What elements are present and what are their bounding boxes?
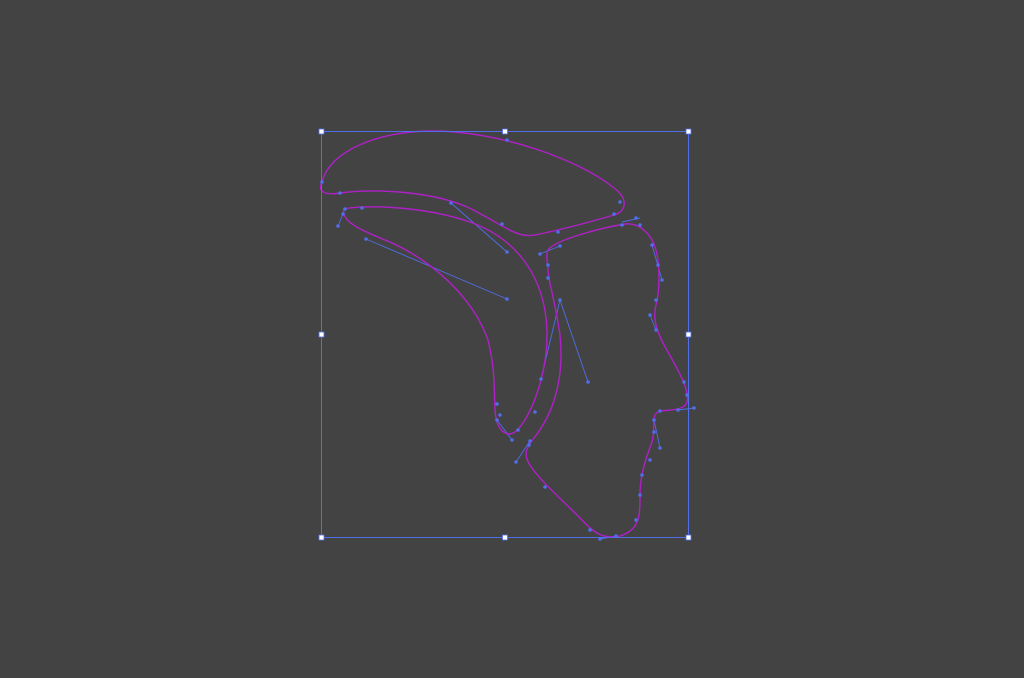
anchor-point-dot[interactable] — [654, 328, 658, 332]
anchor-point-dot[interactable] — [634, 216, 638, 220]
anchor-point-dot[interactable] — [558, 298, 562, 302]
anchor-point-dot[interactable] — [360, 206, 364, 210]
anchor-point-dot[interactable] — [343, 207, 347, 211]
transform-handle-bottom-center[interactable] — [502, 534, 508, 541]
anchor-point-dot[interactable] — [612, 212, 616, 216]
inner-horn-path[interactable] — [343, 206, 548, 435]
anchor-point-dot[interactable] — [495, 402, 499, 406]
anchor-point-dot[interactable] — [640, 473, 644, 477]
anchor-point-dot[interactable] — [538, 252, 542, 256]
anchor-point-dot[interactable] — [654, 298, 658, 302]
anchor-point-dot[interactable] — [676, 408, 680, 412]
artwork-paths[interactable] — [319, 130, 689, 538]
anchor-point-dot[interactable] — [505, 297, 509, 301]
bezier-handle-line[interactable] — [559, 299, 589, 383]
anchor-point-dot[interactable] — [620, 223, 624, 227]
transform-handle-bottom-right[interactable] — [685, 534, 692, 541]
anchor-point-dot[interactable] — [338, 191, 342, 195]
anchor-point-dot[interactable] — [505, 138, 509, 142]
anchor-points[interactable] — [320, 138, 696, 541]
anchor-point-dot[interactable] — [546, 276, 550, 280]
anchor-point-dot[interactable] — [658, 446, 662, 450]
anchor-point-dot[interactable] — [692, 406, 696, 410]
vector-drawing[interactable] — [0, 0, 1024, 678]
anchor-point-dot[interactable] — [588, 528, 592, 532]
anchor-point-dot[interactable] — [516, 428, 520, 432]
anchor-point-dot[interactable] — [652, 418, 656, 422]
anchor-point-dot[interactable] — [650, 243, 654, 247]
anchor-point-dot[interactable] — [498, 413, 502, 417]
anchor-point-dot[interactable] — [539, 377, 543, 381]
anchor-point-dot[interactable] — [495, 418, 499, 422]
anchor-point-dot[interactable] — [510, 438, 514, 442]
transform-handle-bottom-left[interactable] — [318, 534, 325, 541]
anchor-point-dot[interactable] — [658, 409, 662, 413]
anchor-point-dot[interactable] — [500, 222, 504, 226]
anchor-point-dot[interactable] — [364, 237, 368, 241]
anchor-point-dot[interactable] — [656, 263, 660, 267]
anchor-point-dot[interactable] — [652, 430, 656, 434]
anchor-point-dot[interactable] — [543, 485, 547, 489]
transform-handle-top-center[interactable] — [502, 128, 508, 135]
anchor-point-dot[interactable] — [336, 224, 340, 228]
profile-face-path[interactable] — [525, 223, 689, 538]
anchor-point-dot[interactable] — [660, 278, 664, 282]
anchor-point-dot[interactable] — [449, 201, 453, 205]
transform-handle-middle-left[interactable] — [318, 331, 325, 338]
anchor-point-dot[interactable] — [556, 230, 560, 234]
anchor-point-dot[interactable] — [618, 200, 622, 204]
outer-horn-path[interactable] — [319, 130, 625, 237]
anchor-point-dot[interactable] — [341, 212, 345, 216]
anchor-point-dot[interactable] — [586, 380, 590, 384]
selection-bounding-box[interactable] — [321, 131, 689, 538]
transform-handle-top-left[interactable] — [318, 128, 325, 135]
bezier-handle-line[interactable] — [450, 202, 508, 253]
anchor-point-dot[interactable] — [682, 380, 686, 384]
anchor-point-dot[interactable] — [528, 439, 532, 443]
bezier-handle-line[interactable] — [337, 213, 344, 227]
anchor-point-dot[interactable] — [634, 518, 638, 522]
transform-handle-top-right[interactable] — [685, 128, 692, 135]
bezier-handle-line[interactable] — [651, 244, 663, 281]
anchor-point-dot[interactable] — [638, 223, 642, 227]
bezier-handle-line[interactable] — [496, 419, 513, 441]
transform-handle-middle-right[interactable] — [685, 331, 692, 338]
artboard-canvas[interactable] — [0, 0, 1024, 678]
anchor-point-dot[interactable] — [514, 460, 518, 464]
anchor-point-dot[interactable] — [505, 250, 509, 254]
bezier-handle-line[interactable] — [365, 238, 508, 300]
anchor-point-dot[interactable] — [638, 493, 642, 497]
anchor-point-dot[interactable] — [648, 458, 652, 462]
anchor-point-dot[interactable] — [558, 244, 562, 248]
anchor-point-dot[interactable] — [533, 410, 537, 414]
anchor-point-dot[interactable] — [527, 443, 531, 447]
anchor-point-dot[interactable] — [546, 263, 550, 267]
bezier-handle-line[interactable] — [653, 419, 661, 449]
anchor-point-dot[interactable] — [648, 313, 652, 317]
